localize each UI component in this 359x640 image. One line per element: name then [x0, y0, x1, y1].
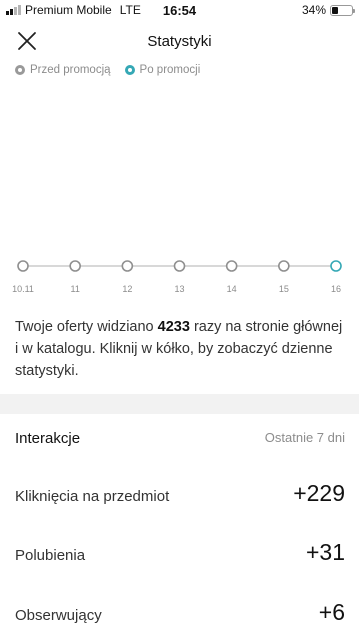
chart-x-tick-label: 15: [279, 284, 289, 294]
stat-row-likes: Polubienia +31: [15, 537, 345, 577]
stat-label: Polubienia: [15, 547, 86, 564]
views-description: Twoje oferty widziano 4233 razy na stron…: [15, 316, 347, 382]
stat-value: +229: [293, 480, 345, 506]
status-right: 34%: [301, 3, 355, 17]
chart-day-point[interactable]: [121, 260, 134, 272]
interactions-header: Interakcje Ostatnie 7 dni: [15, 426, 345, 450]
page-title: Statystyki: [147, 33, 212, 50]
section-title: Interakcje: [15, 430, 81, 447]
stat-label: Kliknięcia na przedmiot: [15, 488, 170, 505]
section-divider: [0, 394, 359, 414]
battery-icon: [330, 4, 355, 16]
chart-svg: 10.11 11 12 13 14 15 16: [12, 260, 342, 294]
period-label: Ostatnie 7 dni: [264, 430, 345, 445]
chart-x-tick-label: 10.11: [12, 284, 34, 294]
nav-bar: Statystyki: [0, 22, 359, 60]
chart-day-point[interactable]: [69, 260, 81, 272]
legend-item-after: Po promocji: [124, 64, 201, 76]
daily-chart: 10.11 11 12 13 14 15 16: [0, 250, 359, 300]
legend-label: Przed promocją: [30, 64, 111, 76]
chart-x-tick-label: 14: [227, 284, 237, 294]
chart-x-tick-label: 13: [174, 284, 184, 294]
battery-percent: 34%: [301, 3, 326, 17]
chart-day-point[interactable]: [173, 260, 186, 272]
status-bar: Premium Mobile LTE 16:54 34%: [0, 0, 359, 20]
legend-marker-icon: [124, 65, 135, 75]
chart-x-tick-label: 11: [70, 284, 79, 294]
chart-day-point[interactable]: [225, 260, 238, 272]
legend-marker-icon: [15, 65, 25, 75]
chart-legend: Przed promocją Po promocji: [15, 64, 200, 76]
description-text: Twoje oferty widziano: [15, 319, 158, 335]
chart-x-tick-label: 12: [122, 284, 132, 294]
chart-x-tick-label: 16: [331, 284, 341, 294]
views-count: 4233: [157, 319, 190, 335]
legend-label: Po promocji: [139, 64, 201, 76]
chart-day-point[interactable]: [278, 260, 290, 272]
stat-value: +31: [305, 539, 345, 565]
chart-day-point[interactable]: [330, 260, 342, 272]
stat-row-followers: Obserwujący +6: [15, 597, 345, 637]
legend-item-before: Przed promocją: [15, 64, 111, 76]
chart-day-point[interactable]: [17, 260, 29, 272]
stat-row-clicks: Kliknięcia na przedmiot +229: [15, 478, 345, 518]
stat-value: +6: [318, 599, 345, 625]
stat-label: Obserwujący: [15, 607, 102, 624]
